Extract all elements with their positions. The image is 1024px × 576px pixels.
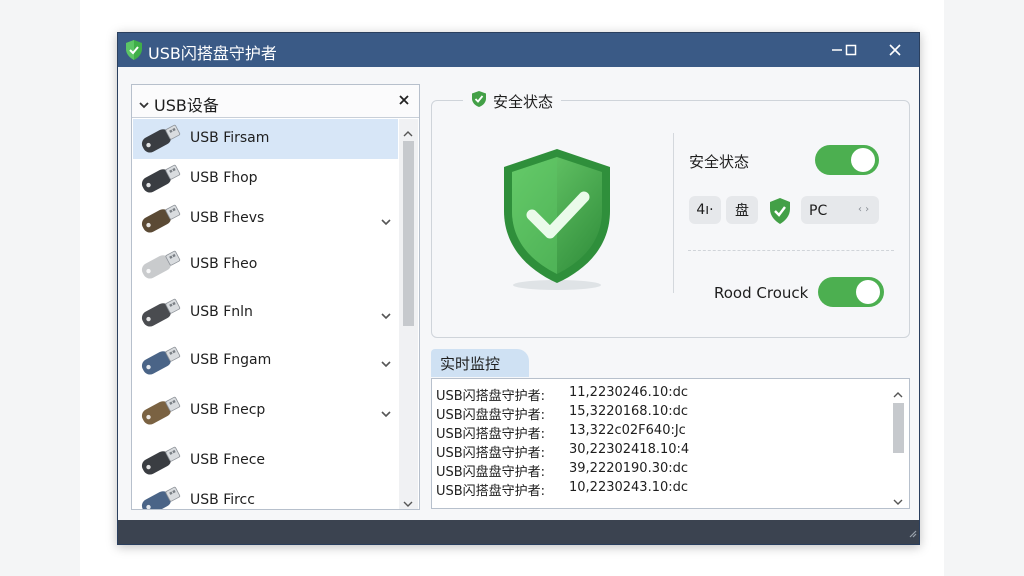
device-label: USB Fnecp <box>190 402 266 418</box>
device-label: USB Fnln <box>190 304 253 320</box>
usb-device-list: USB Firsam USB Fhop USB Fhevs USB Fheo USB F… <box>133 119 398 509</box>
security-toggle[interactable] <box>815 145 879 175</box>
resize-grip-icon[interactable] <box>907 523 917 542</box>
list-item[interactable]: USB Fngam <box>133 341 398 381</box>
shield-app-icon <box>124 39 144 61</box>
shield-check-icon <box>768 197 792 229</box>
device-label: USB Fhevs <box>190 210 265 226</box>
device-label: USB Fheo <box>190 256 258 272</box>
device-label: USB Firsam <box>190 130 270 146</box>
window-title: USB闪搭盘守护者 <box>148 44 277 63</box>
dashed-divider <box>688 250 894 251</box>
usb-device-panel-header[interactable]: USB设备 <box>132 85 419 118</box>
maximize-button[interactable] <box>838 37 864 63</box>
realtime-monitor-log: USB闪搭盘守护者: 11,2230246.10:dc USB闪盘盘守护者: 15,3… <box>431 378 910 509</box>
drive-button-label: 盘 <box>735 203 749 219</box>
log-source: USB闪盘盘守护者: <box>436 408 546 423</box>
log-value: 30,22302418.10:4 <box>569 442 690 457</box>
toggle-knob <box>856 280 880 304</box>
log-source: USB闪搭盘守护者: <box>436 484 546 499</box>
device-list-scrollbar[interactable] <box>399 119 418 509</box>
drive-button[interactable]: 盘 <box>726 196 758 224</box>
option-button-1[interactable]: 4ı· <box>689 196 721 224</box>
option-button-1-label: 4ı· <box>696 202 714 218</box>
log-source: USB闪搭盘守护者: <box>436 389 546 404</box>
close-button[interactable] <box>882 37 908 63</box>
list-item[interactable]: USB Fnecp <box>133 391 398 431</box>
usb-drive-icon <box>137 483 183 509</box>
list-item[interactable]: USB Fnln <box>133 293 398 333</box>
scroll-up-icon[interactable] <box>403 123 413 142</box>
tab-realtime-monitor-label: 实时监控 <box>440 355 501 373</box>
list-item[interactable]: USB Fircc <box>133 481 398 509</box>
chevron-down-icon[interactable] <box>380 212 392 231</box>
security-status-legend-label: 安全状态 <box>493 92 554 111</box>
scroll-up-icon[interactable] <box>893 384 903 403</box>
scrollbar-thumb[interactable] <box>893 403 904 453</box>
pc-selector-arrows[interactable]: ‹ › <box>858 204 869 215</box>
log-source: USB闪搭盘守护者: <box>436 427 546 442</box>
usb-drive-icon <box>137 161 183 201</box>
usb-device-panel-title: USB设备 <box>154 96 219 115</box>
chevron-down-icon[interactable] <box>380 404 392 423</box>
shield-check-icon <box>471 90 487 112</box>
usb-drive-icon <box>137 295 183 335</box>
usb-drive-icon <box>137 343 183 383</box>
usb-drive-icon <box>137 393 183 433</box>
scrollbar-thumb[interactable] <box>403 141 414 326</box>
title-bar[interactable]: USB闪搭盘守护者 <box>118 33 919 67</box>
log-source: USB闪搭盘守护者: <box>436 446 546 461</box>
secondary-toggle-label: Rood Crouck <box>714 284 809 302</box>
chevron-down-icon[interactable] <box>380 306 392 325</box>
usb-drive-icon <box>137 443 183 483</box>
log-source: USB闪盘盘守护者: <box>436 465 546 480</box>
tab-realtime-monitor[interactable]: 实时监控 <box>431 349 529 377</box>
scroll-down-icon[interactable] <box>893 491 903 510</box>
usb-device-panel: USB设备 USB Firsam USB Fhop USB Fhevs USB Fhe… <box>131 84 420 510</box>
usb-drive-icon <box>137 201 183 241</box>
usb-drive-icon <box>137 247 183 287</box>
list-item[interactable]: USB Fhop <box>133 159 398 199</box>
security-toggle-label: 安全状态 <box>689 153 750 171</box>
usb-drive-icon <box>137 121 183 161</box>
device-label: USB Fircc <box>190 492 255 508</box>
list-item[interactable]: USB Fnece <box>133 441 398 481</box>
large-shield-check-icon <box>496 145 618 295</box>
toggle-knob <box>851 148 875 172</box>
log-value: 13,322c02F640:Jc <box>569 423 686 438</box>
security-status-legend: 安全状态 <box>463 90 562 112</box>
log-value: 10,2230243.10:dc <box>569 480 689 495</box>
log-value: 39,2220190.30:dc <box>569 461 689 476</box>
status-bar <box>118 520 919 544</box>
secondary-toggle[interactable] <box>818 277 884 307</box>
scroll-down-icon[interactable] <box>403 493 413 512</box>
device-label: USB Fngam <box>190 352 272 368</box>
list-item[interactable]: USB Fheo <box>133 245 398 285</box>
panel-divider <box>673 133 674 293</box>
device-label: USB Fhop <box>190 170 258 186</box>
log-value: 11,2230246.10:dc <box>569 385 689 400</box>
chevron-down-icon[interactable] <box>380 354 392 373</box>
device-label: USB Fnece <box>190 452 266 468</box>
log-scrollbar[interactable] <box>889 381 907 506</box>
close-icon[interactable] <box>397 92 411 111</box>
pc-selector-label: PC <box>809 203 828 219</box>
app-window: USB闪搭盘守护者 USB设备 USB Firsam USB Fhop USB Fh… <box>117 32 920 545</box>
list-item[interactable]: USB Fhevs <box>133 199 398 239</box>
log-value: 15,3220168.10:dc <box>569 404 689 419</box>
list-item[interactable]: USB Firsam <box>133 119 398 159</box>
chevron-down-icon[interactable] <box>138 95 150 114</box>
